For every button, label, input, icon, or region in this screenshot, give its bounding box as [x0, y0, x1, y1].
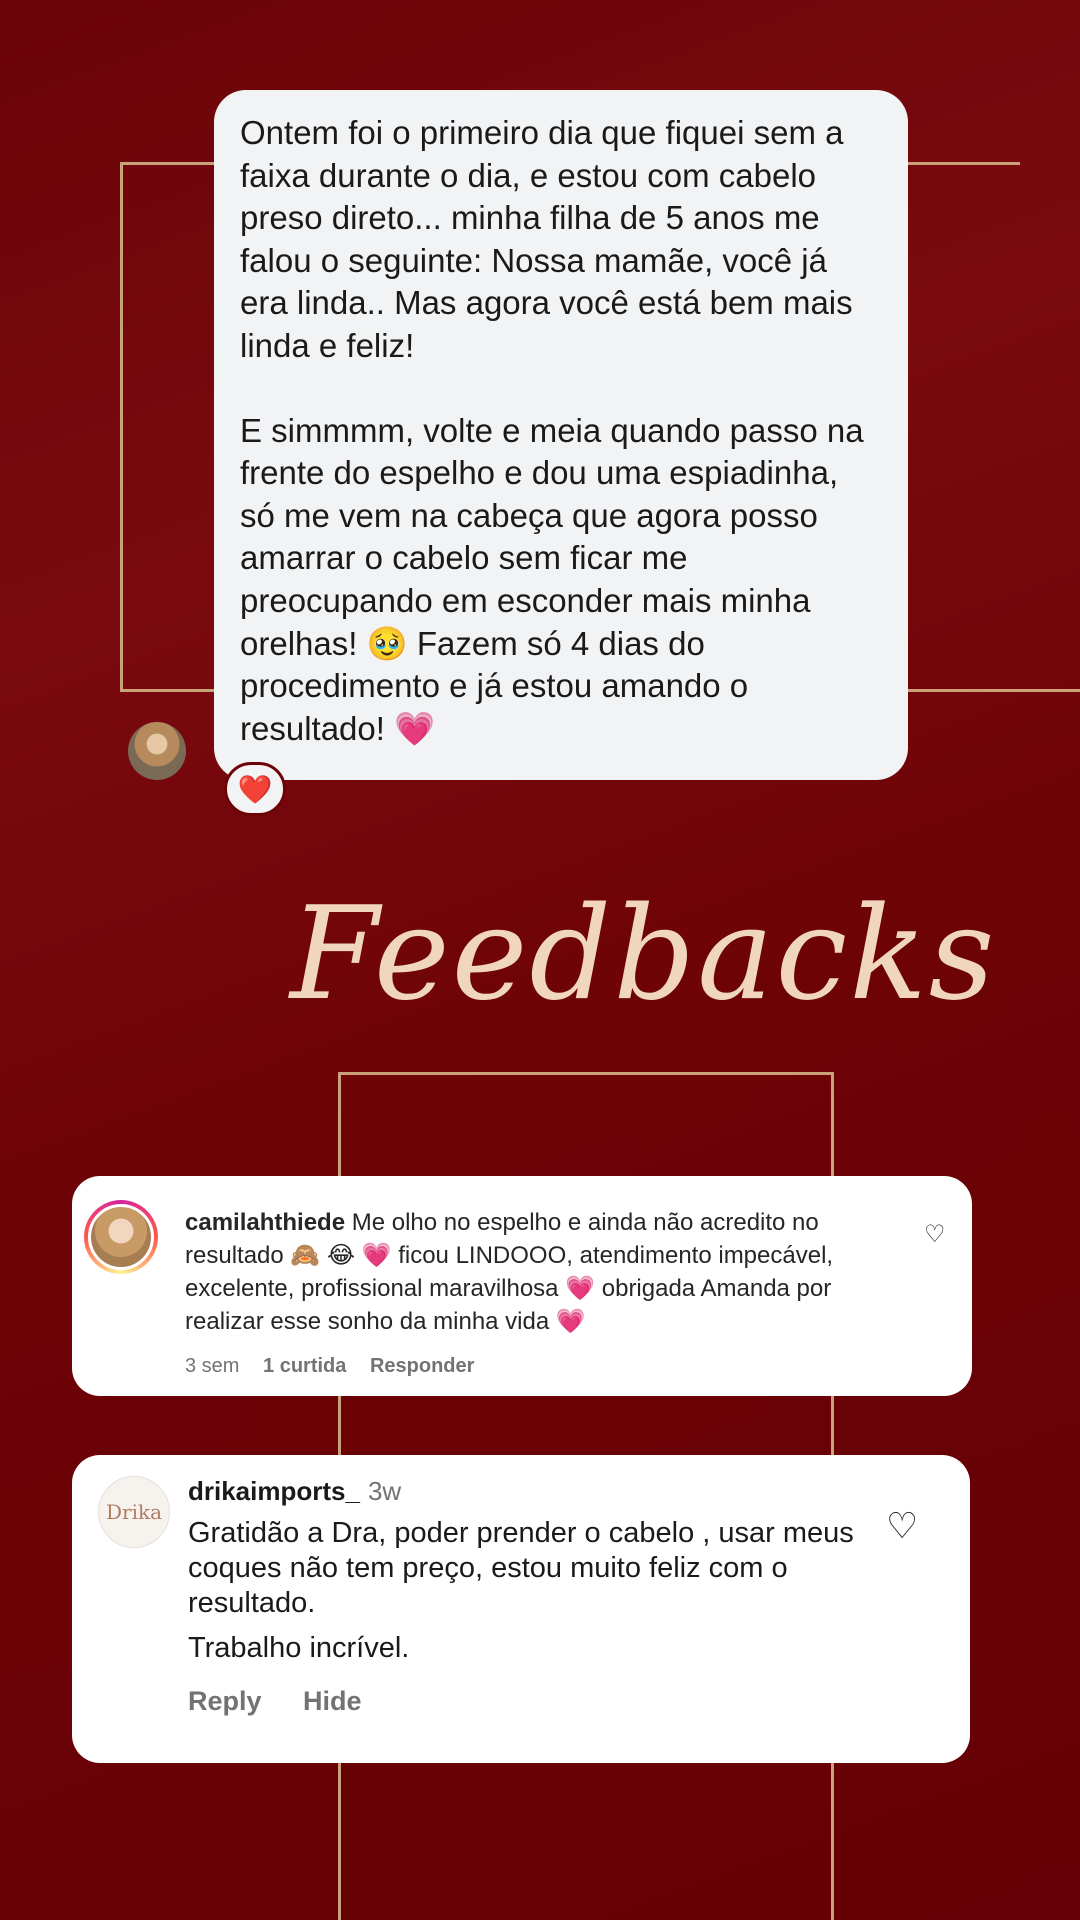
comment2-avatar[interactable]: Drika	[98, 1476, 170, 1548]
frame2-top-line	[338, 1072, 834, 1075]
comment2-header: drikaimports_ 3w	[188, 1476, 401, 1507]
comment1-time: 3 sem	[185, 1355, 240, 1377]
dm-paragraph-2: E simmmm, volte e meia quando passo na f…	[240, 411, 864, 747]
comment1-username[interactable]: camilahthiede	[185, 1209, 345, 1236]
avatar	[88, 1204, 154, 1270]
frame-left-line	[120, 162, 123, 692]
comment2-text-1: Gratidão a Dra, poder prender o cabelo ,…	[188, 1517, 854, 1619]
comment1-like-heart-icon[interactable]: ♡	[924, 1220, 946, 1249]
heart-reaction[interactable]: ❤️	[224, 762, 286, 816]
comment2-hide-button[interactable]: Hide	[303, 1686, 362, 1716]
dm-sender-avatar[interactable]	[128, 722, 186, 780]
comment1-reply-button[interactable]: Responder	[370, 1355, 474, 1377]
comment2-username[interactable]: drikaimports_	[188, 1476, 360, 1506]
dm-message-bubble[interactable]: Ontem foi o primeiro dia que fiquei sem …	[214, 90, 908, 780]
comment2-time: 3w	[367, 1476, 402, 1506]
comment2-body: Gratidão a Dra, poder prender o cabelo ,…	[188, 1516, 868, 1666]
comment1-likes[interactable]: 1 curtida	[263, 1355, 346, 1377]
comment1-avatar[interactable]	[84, 1200, 158, 1274]
dm-paragraph-1: Ontem foi o primeiro dia que fiquei sem …	[240, 114, 853, 364]
comment2-reply-button[interactable]: Reply	[188, 1686, 262, 1716]
comment2-text-2: Trabalho incrível.	[188, 1632, 410, 1664]
comment2-like-heart-icon[interactable]: ♡	[886, 1505, 918, 1547]
comment2-actions: Reply Hide	[188, 1686, 396, 1717]
comment1-body: camilahthiede Me olho no espelho e ainda…	[185, 1206, 905, 1338]
drika-logo: Drika	[105, 1500, 163, 1524]
page-title: Feedbacks	[290, 880, 997, 1029]
comment1-meta: 3 sem 1 curtida Responder	[185, 1355, 492, 1378]
